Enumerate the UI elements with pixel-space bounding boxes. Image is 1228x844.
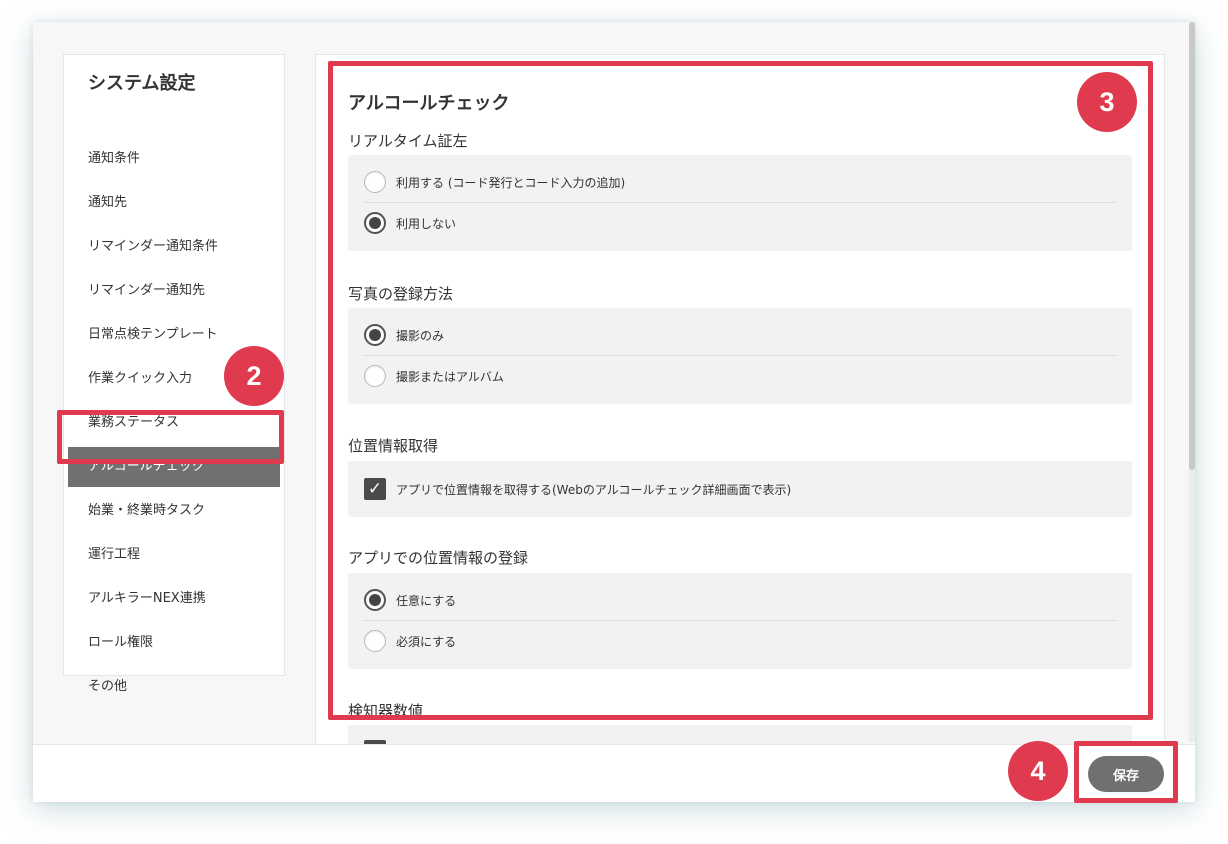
highlight-box-save [1074,741,1178,803]
sidebar-item-reminder-conditions[interactable]: リマインダー通知条件 [64,227,284,267]
vertical-scrollbar[interactable] [1189,22,1195,742]
sidebar-item-other[interactable]: その他 [64,667,284,707]
scrollbar-thumb[interactable] [1189,22,1195,470]
sidebar-item-reminder-destinations[interactable]: リマインダー通知先 [64,271,284,311]
step-badge-4: 4 [1008,741,1068,801]
step-badge-3: 3 [1077,72,1137,132]
step-badge-2: 2 [224,346,284,406]
sidebar-item-role-permissions[interactable]: ロール権限 [64,623,284,663]
sidebar-item-alkiller-nex[interactable]: アルキラーNEX連携 [64,579,284,619]
sidebar-title: システム設定 [88,73,196,94]
sidebar-item-notification-conditions[interactable]: 通知条件 [64,139,284,179]
highlight-box-sidebar [57,410,284,464]
sidebar-item-start-end-tasks[interactable]: 始業・終業時タスク [64,491,284,531]
sidebar-item-notification-destinations[interactable]: 通知先 [64,183,284,223]
sidebar-item-operation-process[interactable]: 運行工程 [64,535,284,575]
highlight-box-content [328,61,1153,720]
